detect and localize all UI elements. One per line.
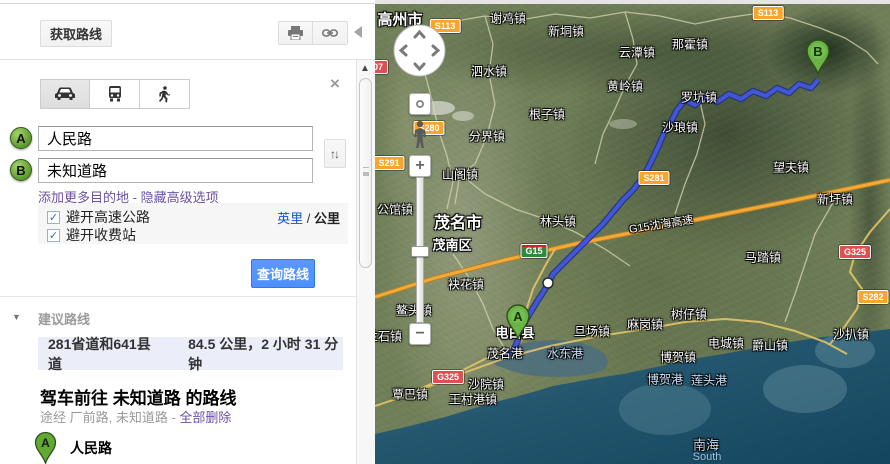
top-divider (0, 3, 375, 4)
waypoint-a-badge: A (10, 127, 32, 149)
map-label: 茂名市 (434, 209, 482, 233)
map-label: 电城镇 (708, 335, 744, 352)
via-text: 途经 厂前路, 未知道路 - (40, 410, 179, 425)
map-label: 袂花镇 (448, 276, 484, 293)
avoid-tolls-checkbox[interactable]: ✓ (47, 229, 60, 242)
zoom-slider-handle[interactable] (411, 246, 429, 257)
waypoint-b-badge: B (10, 159, 32, 181)
google-maps-directions-page: 获取路线 × (0, 0, 890, 464)
travel-mode-tabs (40, 79, 190, 109)
map-label: 茂南区 (432, 235, 471, 254)
origin-input[interactable] (38, 126, 313, 151)
miles-link[interactable]: 英里 (277, 211, 303, 226)
swap-waypoints-button[interactable]: ↑↓ (324, 139, 346, 168)
map-label: 云潭镇 (619, 44, 655, 61)
map-label: South (693, 451, 722, 463)
sidebar-scrollbar[interactable]: ▲ (356, 60, 375, 464)
directions-sidebar: 获取路线 × (0, 0, 375, 464)
marker-b[interactable]: B (805, 39, 832, 80)
map-label: 新圩镇 (817, 191, 853, 208)
share-link-button[interactable] (313, 21, 348, 45)
map-label: 林头镇 (540, 213, 576, 230)
map-label: 鳌头镇 (396, 302, 432, 319)
get-directions-button[interactable]: 获取路线 (40, 20, 112, 47)
map-label: 兰石镇 (375, 328, 402, 345)
map-label: 望夫镇 (773, 159, 809, 176)
avoid-highways-checkbox[interactable]: ✓ (47, 211, 60, 224)
svg-text:A: A (41, 436, 50, 450)
step-a-pin: A (33, 431, 58, 464)
search-route-button[interactable]: 查询路线 (251, 259, 315, 288)
map-label: 黄岭镇 (607, 78, 643, 95)
map-label: 王村港镇 (449, 391, 497, 408)
zoom-out-button[interactable]: − (409, 323, 431, 345)
map-label: 谢鸡镇 (490, 10, 526, 27)
map-label: 泗水镇 (471, 63, 507, 80)
kilometers-label[interactable]: 公里 (314, 211, 340, 226)
mode-tab-driving[interactable] (40, 79, 90, 109)
map-label: 水东港 (547, 345, 583, 362)
delete-all-link[interactable]: 全部删除 (179, 410, 231, 425)
map-label: 沙扒镇 (833, 326, 869, 343)
unit-separator: / (303, 211, 314, 226)
avoid-highways-label: 避开高速公路 (66, 207, 150, 227)
map-label: 麻岗镇 (627, 316, 663, 333)
zoom-in-button[interactable]: + (409, 155, 431, 177)
bus-icon (108, 86, 122, 102)
marker-a[interactable]: A (505, 304, 532, 345)
map-label: 那霍镇 (672, 36, 708, 53)
header-divider (0, 59, 375, 60)
mode-tab-walking[interactable] (140, 79, 190, 109)
collapse-suggested-icon[interactable]: ▼ (12, 312, 21, 322)
map-label: 莲头港 (691, 372, 727, 389)
mode-tab-transit[interactable] (90, 79, 140, 109)
map-label: 根子镇 (529, 106, 565, 123)
svg-text:A: A (513, 309, 523, 324)
suggested-route-row[interactable]: 281省道和641县道 84.5 公里，2 小时 31 分钟 (38, 337, 343, 370)
map-label: 茂名港 (487, 345, 523, 362)
map-label: 沙琅镇 (662, 119, 698, 136)
map-label: 爵山镇 (752, 337, 788, 354)
section-divider (0, 296, 356, 297)
map-label: 公馆镇 (377, 201, 413, 218)
pan-control[interactable] (393, 24, 446, 77)
suggested-routes-title: 建议路线 (38, 309, 90, 328)
route-stats: 84.5 公里，2 小时 31 分钟 (188, 334, 343, 374)
print-button[interactable] (278, 21, 313, 45)
route-name: 281省道和641县道 (48, 334, 158, 374)
avoid-tolls-label: 避开收费站 (66, 225, 136, 245)
scrollbar-thumb[interactable] (359, 78, 372, 268)
green-pin-icon: A (33, 431, 58, 464)
map[interactable]: S113S11307S280S291S281G15G325G325S282 高州… (375, 0, 890, 464)
directions-via: 途经 厂前路, 未知道路 - 全部删除 (40, 407, 231, 426)
pedestrian-icon (159, 86, 170, 103)
svg-text:B: B (813, 44, 822, 59)
map-label: 新垌镇 (548, 23, 584, 40)
map-label: 旦场镇 (574, 323, 610, 340)
step-a-name: 人民路 (70, 438, 112, 458)
collapse-panel-icon[interactable] (354, 26, 362, 38)
print-icon (288, 26, 303, 40)
print-link-group (278, 21, 348, 45)
pegman-icon[interactable] (411, 120, 429, 155)
scrollbar-grip (363, 167, 369, 172)
map-label: 马踏镇 (745, 249, 781, 266)
destination-input[interactable] (38, 158, 313, 183)
map-label: 分界镇 (469, 128, 505, 145)
directions-heading: 驾车前往 未知道路 的路线 (40, 384, 236, 409)
map-label: 山阁镇 (442, 166, 478, 183)
map-label: 树仔镇 (671, 306, 707, 323)
map-label: 博贺镇 (660, 349, 696, 366)
map-label: 博贺港 (647, 371, 683, 388)
map-label: G15沈海高速 (628, 211, 695, 237)
close-icon[interactable]: × (330, 74, 340, 94)
car-icon (54, 87, 76, 101)
pegman-dock[interactable] (409, 93, 431, 115)
route-options-box: ✓ 避开高速公路 ✓ 避开收费站 英里 / 公里 (38, 203, 348, 244)
map-label: 覃巴镇 (392, 386, 428, 403)
pegman-dock-dot-icon (416, 100, 424, 108)
scrollbar-up-icon[interactable]: ▲ (360, 63, 370, 74)
map-label: 罗坑镇 (681, 89, 717, 106)
link-icon (322, 28, 338, 38)
